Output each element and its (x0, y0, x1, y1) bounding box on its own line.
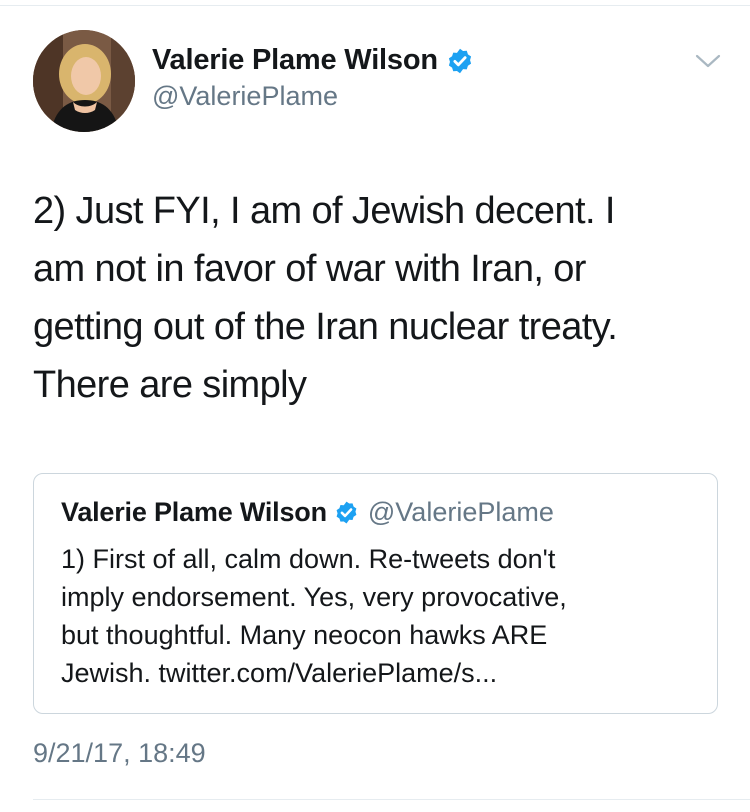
verified-badge-icon (336, 501, 357, 524)
chevron-down-icon[interactable] (693, 50, 723, 72)
top-divider (0, 0, 750, 6)
avatar[interactable] (33, 30, 135, 132)
quoted-author-handle: @ValeriePlame (367, 497, 554, 527)
avatar-photo (33, 30, 135, 132)
tweet-text: 2) Just FYI, I am of Jewish decent. I am… (33, 190, 618, 406)
bottom-divider (33, 799, 750, 800)
quoted-author-name: Valerie Plame Wilson (61, 497, 327, 527)
verified-badge-icon (448, 48, 471, 73)
tweet-header: Valerie Plame Wilson @ValeriePlame (152, 44, 474, 112)
quoted-tweet-text: 1) First of all, calm down. Re-tweets do… (61, 544, 567, 688)
author-name[interactable]: Valerie Plame Wilson (152, 44, 438, 77)
author-handle[interactable]: @ValeriePlame (152, 81, 474, 112)
tweet-timestamp[interactable]: 9/21/17, 18:49 (33, 738, 206, 769)
quoted-tweet-card[interactable]: Valerie Plame Wilson @ValeriePlame 1) Fi… (33, 473, 718, 714)
quoted-tweet-header: Valerie Plame Wilson @ValeriePlame (61, 497, 554, 528)
author-row: Valerie Plame Wilson (152, 44, 474, 77)
